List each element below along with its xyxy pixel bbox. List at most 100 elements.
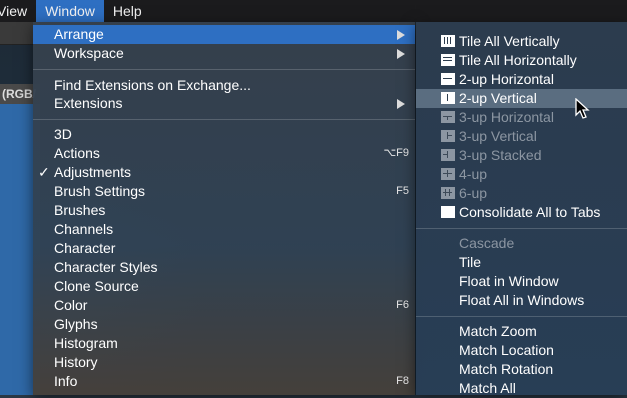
menu-item-character[interactable]: Character — [33, 239, 415, 258]
submenu-item-label: Float All in Windows — [459, 292, 585, 308]
submenu-item-match-rotation[interactable]: Match Rotation — [416, 360, 627, 379]
submenu-item-3up-stacked[interactable]: 3-up Stacked — [416, 146, 627, 165]
menu-item-label: Histogram — [54, 335, 118, 351]
menu-item-label: Arrange — [54, 26, 104, 42]
submenu-arrow-icon — [397, 49, 405, 59]
menu-item-label: 3D — [54, 126, 72, 142]
window-menu: Arrange Workspace Find Extensions on Exc… — [33, 22, 415, 395]
menu-item-3d[interactable]: 3D — [33, 125, 415, 144]
submenu-item-label: 3-up Vertical — [459, 128, 537, 144]
shortcut-label: ⌥F9 — [383, 147, 409, 159]
menu-item-find-extensions[interactable]: Find Extensions on Exchange... — [33, 76, 415, 95]
submenu-item-consolidate-all-to-tabs[interactable]: Consolidate All to Tabs — [416, 203, 627, 222]
menu-item-label: Info — [54, 373, 78, 389]
menu-help[interactable]: Help — [104, 0, 151, 22]
menu-bar: View Window Help — [0, 0, 627, 22]
menu-item-brushes[interactable]: Brushes — [33, 201, 415, 220]
submenu-item-6up[interactable]: 6-up — [416, 184, 627, 203]
menu-item-label: Color — [54, 297, 88, 313]
submenu-item-label: 4-up — [459, 166, 488, 182]
menu-item-glyphs[interactable]: Glyphs — [33, 315, 415, 334]
submenu-item-label: Match Rotation — [459, 361, 554, 377]
menu-separator — [416, 228, 627, 229]
submenu-item-label: Tile All Vertically — [459, 33, 560, 49]
submenu-item-float-all-in-windows[interactable]: Float All in Windows — [416, 291, 627, 310]
six-up-icon — [441, 187, 455, 199]
submenu-item-label: 3-up Horizontal — [459, 109, 554, 125]
menu-item-brush-settings[interactable]: Brush Settings F5 — [33, 182, 415, 201]
menu-item-label: Character Styles — [54, 259, 158, 275]
submenu-item-match-location[interactable]: Match Location — [416, 341, 627, 360]
menu-item-label: Workspace — [54, 45, 124, 61]
three-up-horizontal-icon — [441, 111, 455, 123]
menu-item-arrange[interactable]: Arrange — [33, 25, 415, 44]
submenu-item-label: Cascade — [459, 235, 515, 251]
submenu-item-label: 3-up Stacked — [459, 147, 542, 163]
shortcut-label: F8 — [396, 375, 409, 387]
submenu-item-label: 2-up Horizontal — [459, 71, 554, 87]
submenu-item-3up-vertical[interactable]: 3-up Vertical — [416, 127, 627, 146]
menu-item-workspace[interactable]: Workspace — [33, 44, 415, 63]
document-tab-label: (RGB/ — [2, 87, 36, 101]
submenu-arrow-icon — [397, 99, 405, 109]
tile-vertical-icon — [441, 35, 455, 47]
menu-item-label: History — [54, 354, 98, 370]
submenu-item-match-all[interactable]: Match All — [416, 379, 627, 398]
submenu-item-match-zoom[interactable]: Match Zoom — [416, 322, 627, 341]
submenu-item-float-in-window[interactable]: Float in Window — [416, 272, 627, 291]
submenu-item-tile-all-horizontally[interactable]: Tile All Horizontally — [416, 51, 627, 70]
menu-item-character-styles[interactable]: Character Styles — [33, 258, 415, 277]
submenu-item-2up-horizontal[interactable]: 2-up Horizontal — [416, 70, 627, 89]
menu-separator — [33, 119, 415, 120]
menu-item-clone-source[interactable]: Clone Source — [33, 277, 415, 296]
menu-item-label: Character — [54, 240, 116, 256]
menu-item-histogram[interactable]: Histogram — [33, 334, 415, 353]
menu-item-label: Brush Settings — [54, 183, 146, 199]
submenu-item-2up-vertical[interactable]: 2-up Vertical — [416, 89, 627, 108]
tile-horizontal-icon — [441, 54, 455, 66]
menu-item-extensions[interactable]: Extensions — [33, 94, 415, 113]
menu-item-actions[interactable]: Actions ⌥F9 — [33, 144, 415, 163]
menu-item-label: Brushes — [54, 202, 106, 218]
submenu-item-3up-horizontal[interactable]: 3-up Horizontal — [416, 108, 627, 127]
three-up-vertical-icon — [441, 130, 455, 142]
menu-view[interactable]: View — [0, 0, 36, 22]
submenu-item-label: Tile All Horizontally — [459, 52, 577, 68]
menu-item-color[interactable]: Color F6 — [33, 296, 415, 315]
menu-item-label: Glyphs — [54, 316, 98, 332]
mouse-pointer-icon — [575, 98, 590, 119]
shortcut-label: F5 — [396, 185, 409, 197]
submenu-item-label: Match Location — [459, 342, 554, 358]
menu-item-label: Extensions — [54, 95, 123, 111]
three-up-stacked-icon — [441, 149, 455, 161]
submenu-item-label: Match Zoom — [459, 323, 537, 339]
submenu-item-label: Consolidate All to Tabs — [459, 204, 601, 220]
two-up-vertical-icon — [441, 92, 455, 104]
submenu-item-tile-all-vertically[interactable]: Tile All Vertically — [416, 32, 627, 51]
menu-item-label: Actions — [54, 145, 100, 161]
menu-window[interactable]: Window — [36, 0, 104, 22]
submenu-item-label: Tile — [459, 254, 482, 270]
submenu-arrow-icon — [397, 30, 405, 40]
menu-item-channels[interactable]: Channels — [33, 220, 415, 239]
menu-item-label: Channels — [54, 221, 114, 237]
submenu-item-label: 6-up — [459, 185, 488, 201]
menu-item-adjustments[interactable]: ✓ Adjustments — [33, 163, 415, 182]
arrange-submenu: Tile All Vertically Tile All Horizontall… — [416, 22, 627, 398]
menu-item-label: Clone Source — [54, 278, 139, 294]
submenu-item-cascade[interactable]: Cascade — [416, 234, 627, 253]
two-up-horizontal-icon — [441, 73, 455, 85]
menu-separator — [33, 69, 415, 70]
submenu-item-4up[interactable]: 4-up — [416, 165, 627, 184]
menu-item-history[interactable]: History — [33, 353, 415, 372]
menu-item-label: Adjustments — [54, 164, 132, 180]
menu-item-info[interactable]: Info F8 — [33, 372, 415, 391]
shortcut-label: F6 — [396, 299, 409, 311]
checkmark-icon: ✓ — [38, 164, 50, 180]
menu-item-label: Find Extensions on Exchange... — [54, 77, 251, 93]
submenu-item-tile[interactable]: Tile — [416, 253, 627, 272]
submenu-item-label: 2-up Vertical — [459, 90, 537, 106]
submenu-item-label: Match All — [459, 380, 516, 396]
menu-separator — [416, 316, 627, 317]
four-up-icon — [441, 168, 455, 180]
